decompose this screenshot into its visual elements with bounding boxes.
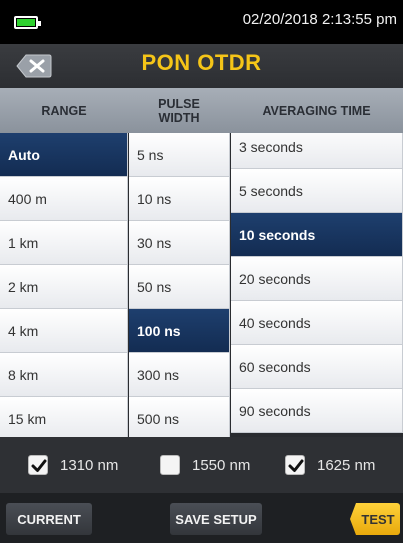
pulse-width-option-item[interactable]: 50 ns — [129, 265, 230, 309]
averaging-time-option-item[interactable]: 60 seconds — [231, 345, 403, 389]
test-button[interactable]: TEST — [350, 503, 400, 535]
wavelength-1550-label: 1550 nm — [192, 457, 251, 474]
pulse-width-list[interactable]: 5 ns 10 ns 30 ns 50 ns 100 ns 300 ns 500 ns — [129, 133, 230, 437]
checkbox-1310[interactable] — [28, 455, 48, 475]
range-option-item[interactable]: 400 m — [0, 177, 128, 221]
title-bar: PON OTDR — [0, 44, 403, 88]
pulse-width-option-item[interactable]: 500 ns — [129, 397, 230, 437]
page-title: PON OTDR — [141, 50, 262, 75]
range-option-item[interactable]: 1 km — [0, 221, 128, 265]
status-bar: 02/20/2018 2:13:55 pm — [0, 0, 403, 44]
wavelength-1625-label: 1625 nm — [317, 457, 376, 474]
pulse-width-option-item[interactable]: 30 ns — [129, 221, 230, 265]
averaging-time-option-item[interactable]: 90 seconds — [231, 389, 403, 433]
column-headers: RANGE PULSE WIDTH AVERAGING TIME — [0, 88, 403, 133]
averaging-time-option-item[interactable]: 5 seconds — [231, 169, 403, 213]
averaging-time-option-item[interactable]: 3 seconds — [231, 133, 403, 169]
pulse-width-option-item[interactable]: 5 ns — [129, 133, 230, 177]
checkbox-1550[interactable] — [160, 455, 180, 475]
pulse-width-option-item[interactable]: 100 ns — [129, 309, 230, 353]
range-option-item[interactable]: 2 km — [0, 265, 128, 309]
averaging-time-option-item[interactable]: 20 seconds — [231, 257, 403, 301]
pulse-width-option-item[interactable]: 10 ns — [129, 177, 230, 221]
wavelength-1310-label: 1310 nm — [60, 457, 119, 474]
date-time: 02/20/2018 2:13:55 pm — [242, 11, 397, 28]
averaging-time-option-item[interactable]: 40 seconds — [231, 301, 403, 345]
otdr-setup-screen: 02/20/2018 2:13:55 pm PON OTDR RANGE PUL… — [0, 0, 403, 543]
range-option-item[interactable]: 4 km — [0, 309, 128, 353]
range-list[interactable]: Auto 400 m1 km 2 km 4 km 8 km 15 km — [0, 133, 128, 437]
averaging-time-option-item[interactable]: 10 seconds — [231, 213, 403, 257]
wavelength-row: 1310 nm 1550 nm 1625 nm — [0, 437, 403, 493]
checkmark-icon — [288, 459, 304, 472]
header-pulse-width: PULSE WIDTH — [158, 96, 200, 125]
range-option-item[interactable]: 8 km — [0, 353, 128, 397]
header-averaging-time: AVERAGING TIME — [262, 103, 371, 118]
save-setup-button[interactable]: SAVE SETUP — [170, 503, 262, 535]
pulse-width-option-item[interactable]: 300 ns — [129, 353, 230, 397]
averaging-time-list[interactable]: 3 seconds 5 seconds 10 seconds 20 seconds 40… — [231, 133, 403, 437]
battery-icon — [14, 16, 41, 29]
checkmark-icon — [31, 459, 47, 472]
range-option-item[interactable]: 15 km — [0, 397, 128, 437]
checkbox-1625[interactable] — [285, 455, 305, 475]
current-button[interactable]: CURRENT — [6, 503, 92, 535]
bottom-bar: CURRENT SAVE SETUP TEST — [0, 493, 403, 543]
header-range: RANGE — [41, 103, 87, 118]
range-option-item[interactable]: Auto — [0, 133, 128, 177]
